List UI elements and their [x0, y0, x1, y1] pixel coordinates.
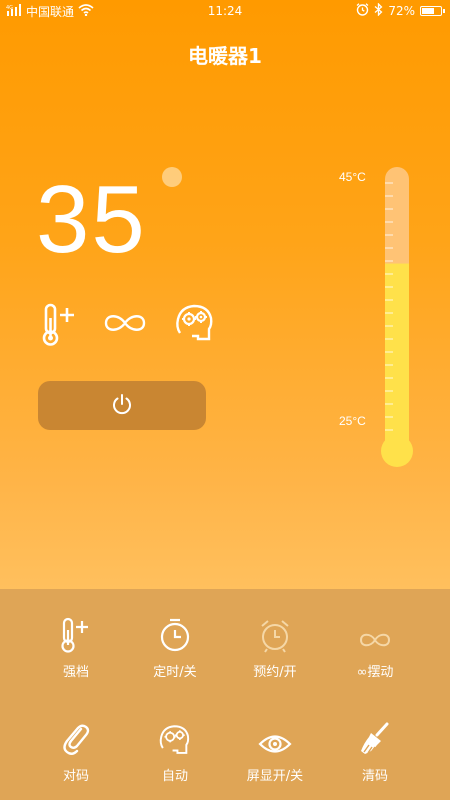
status-right: 72% [356, 2, 445, 19]
thermometer-bulb [381, 435, 413, 467]
degree-indicator [162, 167, 182, 187]
control-schedule-on[interactable]: 预约/开 [225, 613, 325, 680]
control-clear-pairing[interactable]: 清码 [325, 717, 425, 784]
alarm-clock-icon [225, 613, 325, 653]
bluetooth-icon [374, 2, 383, 19]
infinity-icon [325, 613, 425, 653]
control-auto[interactable]: 自动 [125, 717, 225, 784]
gears-head-icon [125, 717, 225, 757]
battery-icon [420, 6, 445, 16]
control-label: 对码 [62, 769, 89, 784]
control-label: 清码 [361, 769, 388, 784]
control-display-toggle[interactable]: 屏显开/关 [225, 717, 325, 784]
thermometer-plus-icon [40, 303, 80, 351]
battery-level [422, 8, 434, 14]
control-swing[interactable]: ∞摆动 [325, 613, 425, 680]
control-label: 自动 [161, 769, 188, 784]
battery-cap [443, 9, 445, 13]
thermometer-min-label: 25°C [339, 414, 366, 428]
control-pair[interactable]: 对码 [26, 717, 126, 784]
control-label: 定时/关 [153, 665, 197, 680]
thermometer-plus-icon [26, 613, 126, 653]
eye-icon [225, 717, 325, 757]
page-title: 电暖器1 [188, 44, 262, 68]
control-label: ∞摆动 [356, 665, 394, 680]
alarm-icon [356, 3, 369, 19]
status-bar: 4G 中国联通 11:24 72% [0, 0, 450, 22]
control-label: 强档 [62, 665, 89, 680]
control-timer-off[interactable]: 定时/关 [125, 613, 225, 680]
battery-percent: 72% [388, 4, 415, 18]
thermometer-max-label: 45°C [339, 170, 366, 184]
link-icon [26, 717, 126, 757]
current-temperature: 35 [36, 166, 147, 273]
control-label: 屏显开/关 [246, 769, 304, 784]
control-label: 预约/开 [253, 665, 297, 680]
thermometer-fill [385, 263, 409, 451]
temperature-slider[interactable] [379, 167, 415, 473]
power-button[interactable] [38, 381, 206, 430]
gears-head-icon [174, 303, 216, 347]
control-strong[interactable]: 强档 [26, 613, 126, 680]
broom-icon [325, 717, 425, 757]
timer-icon [125, 613, 225, 653]
power-icon [110, 392, 134, 420]
infinity-icon [102, 309, 148, 341]
control-panel: 强档 定时/关 预约/开 ∞摆动 对码 自动 屏显开/关 清码 [0, 589, 450, 800]
heater-control-screen: 4G 中国联通 11:24 72% 电暖器1 35 45°C 25°C 强档 定… [0, 0, 450, 800]
